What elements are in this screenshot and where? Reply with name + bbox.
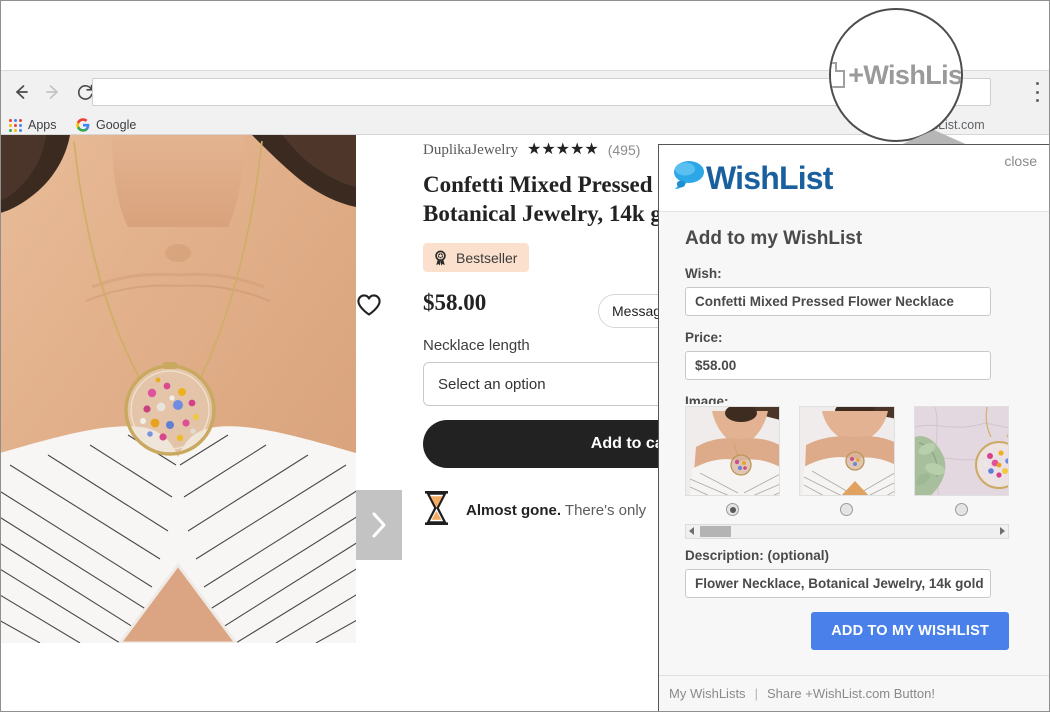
stock-rest: There's only bbox=[564, 502, 647, 519]
scroll-right-arrow-icon[interactable] bbox=[1000, 527, 1005, 535]
bookmark-apps-label: Apps bbox=[28, 118, 57, 132]
magnifier-callout: +WishList bbox=[829, 8, 963, 142]
submit-row: ADD TO MY WISHLIST bbox=[685, 612, 1009, 650]
bookmark-apps[interactable]: Apps bbox=[9, 116, 57, 134]
price-field-label: Price: bbox=[685, 330, 723, 345]
footer-separator: | bbox=[754, 686, 758, 701]
add-to-my-wishlist-button[interactable]: ADD TO MY WISHLIST bbox=[811, 612, 1009, 650]
product-price: $58.00 bbox=[423, 290, 487, 315]
wishlist-popup-header: WishList close bbox=[659, 145, 1049, 212]
thumbnail-radio[interactable] bbox=[726, 503, 740, 516]
speech-bubble-icon bbox=[668, 156, 708, 201]
thumbnail-radio[interactable] bbox=[840, 503, 854, 516]
scrollbar-thumb[interactable] bbox=[700, 526, 731, 537]
arrow-right-icon bbox=[46, 85, 58, 99]
wishlist-logo: WishList bbox=[668, 156, 833, 201]
bookmark-google-label: Google bbox=[96, 118, 137, 132]
arrow-left-icon bbox=[16, 85, 28, 99]
my-wishlists-link[interactable]: My WishLists bbox=[669, 686, 746, 701]
chevron-right-icon bbox=[372, 512, 386, 538]
stock-strong: Almost gone. bbox=[466, 502, 562, 519]
document-icon bbox=[831, 62, 846, 88]
bestseller-label: Bestseller bbox=[456, 249, 518, 266]
wishlist-popup-body: Add to my WishList Wish: Confetti Mixed … bbox=[659, 212, 1049, 650]
thumbnail-strip bbox=[685, 406, 1009, 496]
description-field-label: Description: (optional) bbox=[685, 548, 829, 563]
apps-grid-icon bbox=[9, 118, 22, 132]
browser-menu-button[interactable] bbox=[1030, 82, 1044, 102]
thumbnail-radio[interactable] bbox=[954, 503, 968, 516]
forward-button[interactable] bbox=[40, 79, 66, 105]
bookmark-google[interactable]: Google bbox=[76, 116, 136, 134]
share-button-link[interactable]: Share +WishList.com Button! bbox=[767, 686, 935, 701]
next-image-button[interactable] bbox=[356, 490, 402, 560]
wishlist-footer-links: My WishLists | Share +WishList.com Butto… bbox=[659, 675, 1049, 711]
stock-text: Almost gone. There's only bbox=[466, 502, 646, 519]
wishlist-logo-text: WishList bbox=[706, 160, 833, 196]
wish-input[interactable]: Confetti Mixed Pressed Flower Necklace bbox=[685, 287, 991, 316]
hourglass-icon bbox=[423, 490, 450, 531]
shop-name-link[interactable]: DuplikaJewelry bbox=[423, 142, 518, 159]
price-input[interactable]: $58.00 bbox=[685, 351, 991, 380]
necklace-length-value: Select an option bbox=[438, 375, 546, 393]
heart-icon bbox=[357, 294, 381, 316]
bestseller-badge: Bestseller bbox=[423, 243, 530, 272]
back-button[interactable] bbox=[8, 79, 34, 105]
thumbnail-option[interactable] bbox=[685, 406, 781, 496]
image-field-label: Image: bbox=[685, 394, 729, 404]
product-main-image[interactable] bbox=[0, 135, 356, 643]
wishlist-popup: WishList close Add to my WishList Wish: … bbox=[658, 144, 1050, 712]
thumbnail-radio-group bbox=[685, 503, 1009, 516]
wishlist-heading: Add to my WishList bbox=[685, 228, 863, 249]
google-g-icon bbox=[76, 118, 90, 132]
wish-field-label: Wish: bbox=[685, 266, 722, 281]
award-ribbon-icon bbox=[432, 249, 449, 266]
magnifier-label: +WishList bbox=[848, 59, 963, 90]
thumbnail-option[interactable] bbox=[799, 406, 895, 496]
scroll-left-arrow-icon[interactable] bbox=[689, 527, 694, 535]
rating-stars[interactable]: ★★★★★ bbox=[527, 142, 599, 158]
screenshot-root: Apps Google +WishList.com +WishList Dupl… bbox=[0, 0, 1050, 712]
close-popup-button[interactable]: close bbox=[1004, 153, 1037, 169]
review-count[interactable]: (495) bbox=[608, 142, 641, 158]
favorite-button[interactable] bbox=[352, 288, 386, 322]
description-input[interactable]: Flower Necklace, Botanical Jewelry, 14k … bbox=[685, 569, 991, 598]
image-picker: Image: bbox=[685, 394, 1009, 539]
thumbnail-scrollbar[interactable] bbox=[685, 524, 1009, 539]
thumbnail-option[interactable] bbox=[913, 406, 1009, 496]
